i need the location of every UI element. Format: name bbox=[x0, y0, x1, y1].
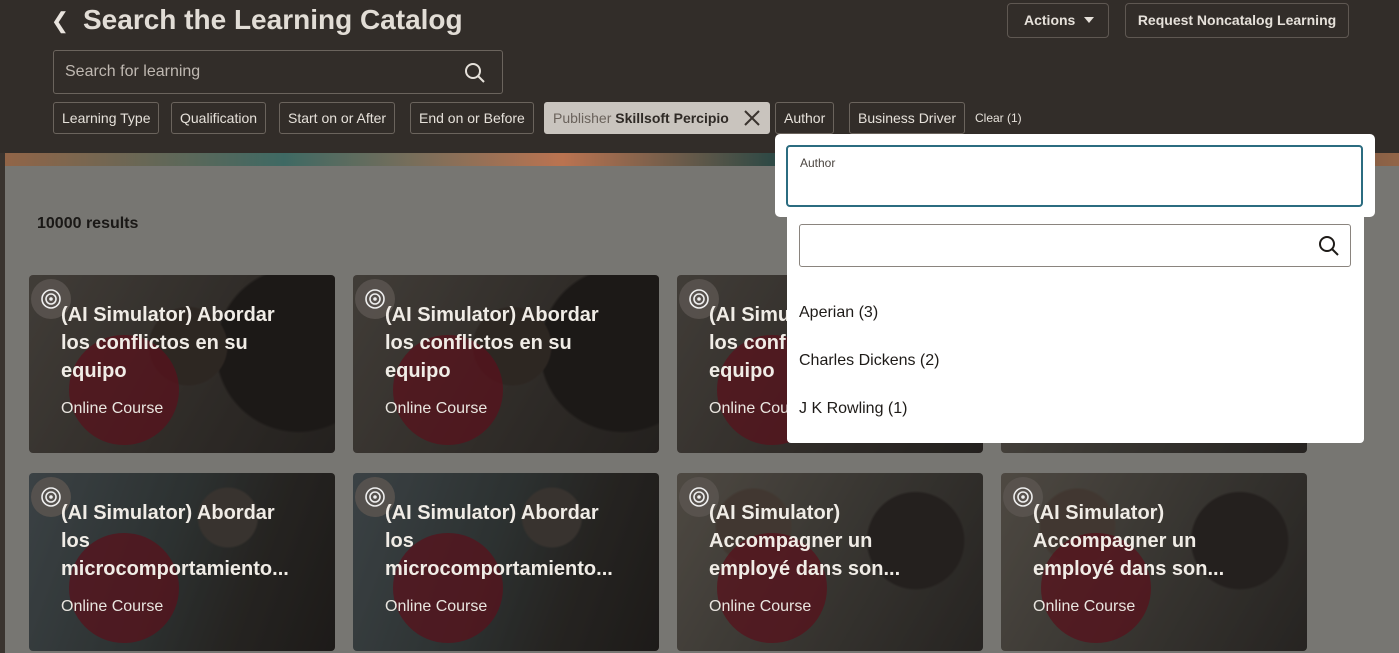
card-title: (AI Simulator) Abordar los microcomporta… bbox=[385, 502, 613, 580]
author-options-list: Aperian (3) Charles Dickens (2) J K Rowl… bbox=[787, 212, 1364, 443]
search-icon[interactable] bbox=[464, 62, 486, 84]
filter-learning-type[interactable]: Learning Type bbox=[53, 102, 160, 134]
learning-search-input[interactable] bbox=[54, 51, 454, 93]
filter-business-driver[interactable]: Business Driver bbox=[849, 102, 966, 134]
author-field-label: Author bbox=[800, 156, 836, 170]
close-icon[interactable] bbox=[743, 109, 761, 127]
card-title: (AI Simulator) Accompagner un employé da… bbox=[709, 502, 901, 580]
chip-value: Skillsoft Percipio bbox=[615, 110, 729, 126]
back-icon[interactable]: ❮ bbox=[50, 8, 70, 34]
author-search-input[interactable] bbox=[800, 225, 1300, 266]
chip-key: Publisher bbox=[553, 110, 612, 126]
author-search-box bbox=[799, 224, 1351, 267]
card-type: Online Course bbox=[385, 598, 488, 615]
card-title: (AI Simulator) Abordar los conflictos en… bbox=[385, 304, 599, 382]
actions-button[interactable]: Actions bbox=[1007, 3, 1109, 38]
learning-search-box bbox=[53, 50, 503, 94]
caret-down-icon bbox=[1084, 17, 1094, 23]
course-card[interactable]: (AI Simulator) Accompagner un employé da… bbox=[677, 473, 983, 651]
course-card[interactable]: (AI Simulator) Abordar los microcomporta… bbox=[353, 473, 659, 651]
card-type: Online Course bbox=[1033, 598, 1136, 615]
course-card[interactable]: (AI Simulator) Abordar los conflictos en… bbox=[29, 275, 335, 453]
filter-qualification[interactable]: Qualification bbox=[171, 102, 267, 134]
card-title: (AI Simulator) Abordar los microcomporta… bbox=[61, 502, 289, 580]
filter-end-on-or-before[interactable]: End on or Before bbox=[410, 102, 534, 134]
card-type: Online Course bbox=[61, 400, 164, 417]
search-icon[interactable] bbox=[1318, 235, 1340, 257]
page-title: Search the Learning Catalog bbox=[83, 4, 463, 35]
card-type: Online Course bbox=[709, 598, 812, 615]
author-filter-panel: Author bbox=[775, 134, 1375, 217]
card-type: Online Course bbox=[385, 400, 488, 417]
filter-author[interactable]: Author bbox=[775, 102, 835, 134]
results-count: 10000 results bbox=[37, 215, 139, 232]
course-card[interactable]: (AI Simulator) Accompagner un employé da… bbox=[1001, 473, 1307, 651]
page-header: ❮ Search the Learning Catalog Actions Re… bbox=[0, 0, 1399, 153]
card-title: (AI Simulator) Accompagner un employé da… bbox=[1033, 502, 1225, 580]
author-field[interactable]: Author bbox=[786, 145, 1363, 207]
author-option[interactable]: J K Rowling (1) bbox=[799, 400, 907, 418]
card-type: Online Course bbox=[61, 598, 164, 615]
filter-publisher-active[interactable]: Publisher Skillsoft Percipio bbox=[544, 102, 770, 134]
course-card[interactable]: (AI Simulator) Abordar los microcomporta… bbox=[29, 473, 335, 651]
clear-filters-link[interactable]: Clear (1) bbox=[975, 111, 1022, 125]
request-noncatalog-button[interactable]: Request Noncatalog Learning bbox=[1125, 3, 1349, 38]
filter-start-on-or-after[interactable]: Start on or After bbox=[279, 102, 396, 134]
card-title: (AI Simulator) Abordar los conflictos en… bbox=[61, 304, 275, 382]
author-option[interactable]: Charles Dickens (2) bbox=[799, 352, 939, 370]
course-card[interactable]: (AI Simulator) Abordar los conflictos en… bbox=[353, 275, 659, 453]
actions-label: Actions bbox=[1024, 12, 1076, 28]
author-option[interactable]: Aperian (3) bbox=[799, 304, 878, 322]
